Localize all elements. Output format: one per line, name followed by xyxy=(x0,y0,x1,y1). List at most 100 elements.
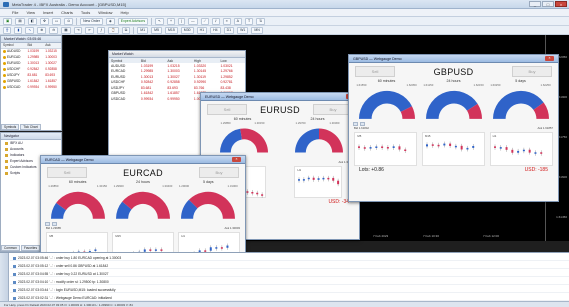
candle-body xyxy=(528,149,531,153)
period-m15[interactable]: M15 xyxy=(164,26,178,34)
close-icon[interactable]: × xyxy=(545,56,554,61)
terminal-icon[interactable]: ▭ xyxy=(51,17,62,25)
period-m5[interactable]: M5 xyxy=(151,26,162,34)
period-mn[interactable]: MN xyxy=(251,26,263,34)
log-row[interactable]: 2023.02.07 03:04:10 '...' : modify order… xyxy=(10,279,569,285)
mini-chart: H1 xyxy=(294,165,342,198)
symbol-label: GBPUSD xyxy=(7,79,21,83)
profiles-icon[interactable]: ▤ xyxy=(15,17,25,25)
nav-item-label: Scripts xyxy=(10,171,21,175)
widget-title: GBPUSD — Webgauge Demo xyxy=(353,56,402,61)
line-chart-icon[interactable]: ∿ xyxy=(25,26,35,34)
gauge-dial xyxy=(425,90,482,119)
menu-help[interactable]: Help xyxy=(120,10,128,15)
channel-icon[interactable]: ⫽ xyxy=(212,17,220,25)
menu-insert[interactable]: Insert xyxy=(43,10,53,15)
zoom-out-icon[interactable]: ⊖ xyxy=(49,26,59,34)
menu-charts[interactable]: Charts xyxy=(61,10,73,15)
navigator-icon[interactable]: ✜ xyxy=(39,17,49,25)
arrows-icon[interactable]: ⇅ xyxy=(256,17,266,25)
buy-button[interactable]: Buy xyxy=(199,167,239,178)
expert-advisors-button[interactable]: Expert Advisors xyxy=(117,17,149,25)
symbol-dot-icon xyxy=(3,55,6,59)
log-row[interactable]: 2023.02.07 03:05:12 '...' : order sell 0… xyxy=(10,263,569,269)
tab-tick-chart[interactable]: Tick Chart xyxy=(20,124,41,130)
candle-body xyxy=(493,146,496,148)
period-m30[interactable]: M30 xyxy=(180,26,194,34)
label-icon[interactable]: T xyxy=(244,17,254,25)
close-icon[interactable]: × xyxy=(232,157,241,162)
tester-icon[interactable]: ⊙ xyxy=(64,17,74,25)
menu-window[interactable]: Window xyxy=(98,10,112,15)
log-row[interactable]: 2023.02.07 03:05:46 '...' : order buy 1.… xyxy=(10,255,569,261)
fibonacci-icon[interactable]: ≡ xyxy=(222,17,231,25)
gauges-row: 60 minutes 1.29850 1.30150 24 hours 1.296… xyxy=(41,179,245,221)
buy-button[interactable]: Buy xyxy=(512,66,552,77)
navigator-title: Navigator xyxy=(1,133,61,140)
table-row[interactable]: AUDUSD 1.03199 1.03215 xyxy=(1,48,61,54)
trade-bar: Sell EURUSD Buy xyxy=(201,101,359,116)
candle-body xyxy=(322,177,325,179)
candle-body xyxy=(332,177,335,181)
widget-titlebar[interactable]: EURCAD — Webgauge Demo × xyxy=(41,156,245,164)
log-row[interactable]: 2023.02.07 03:04:55 '...' : order buy 0.… xyxy=(10,271,569,277)
trendline-icon[interactable]: ⟋ xyxy=(200,17,210,25)
period-h4[interactable]: H4 xyxy=(210,26,221,34)
sell-button[interactable]: Sell xyxy=(355,66,395,77)
gauge-2: 5 days 1.29000 1.31000 xyxy=(177,180,240,220)
candlestick-icon[interactable]: ▮ xyxy=(14,26,23,34)
sell-button[interactable]: Sell xyxy=(47,167,87,178)
bar-chart-icon[interactable]: ╫ xyxy=(3,26,12,34)
candle-body xyxy=(499,147,502,149)
autoscroll-icon[interactable]: ⇥ xyxy=(73,26,83,34)
gauges-row: 60 minutes 1.61550 1.62050 24 hours 1.611… xyxy=(349,78,558,121)
templates-icon[interactable]: ⧉ xyxy=(121,26,131,34)
widget-titlebar[interactable]: EURUSD — Webgauge Demo × xyxy=(201,93,359,101)
text-icon[interactable]: A xyxy=(233,17,242,25)
zoom-in-icon[interactable]: ⊕ xyxy=(37,26,47,34)
indicators-icon[interactable]: ƒ xyxy=(97,26,106,34)
metaeditor-icon[interactable]: ◈ xyxy=(106,17,115,25)
table-row[interactable]: USDCAD 0.99934 0.99950 xyxy=(1,84,61,90)
gauge-scale: 1.29700 1.30300 xyxy=(294,121,342,125)
gauge-scale: 1.29850 1.30150 xyxy=(219,121,267,125)
cursor-icon[interactable]: ↖ xyxy=(155,17,165,25)
candle-body xyxy=(317,177,320,180)
period-w1[interactable]: W1 xyxy=(237,26,249,34)
new-chart-icon[interactable]: ▣ xyxy=(3,17,13,25)
gauge-min: 1.29600 xyxy=(113,184,124,188)
maximize-button[interactable]: □ xyxy=(542,1,554,7)
sell-button[interactable]: Sell xyxy=(207,104,247,115)
symbol-dot-icon xyxy=(3,49,6,53)
horizontal-line-icon[interactable]: — xyxy=(188,17,198,25)
terminal-side-tab[interactable] xyxy=(0,253,9,307)
periods-icon[interactable]: ⌚ xyxy=(108,26,119,34)
chart-shift-icon[interactable]: ⇤ xyxy=(85,26,95,34)
market-watch-table: Symbol Bid Ask AUDUSD 1.03199 1.03215 EUR… xyxy=(1,43,61,90)
period-h1[interactable]: H1 xyxy=(196,26,208,34)
menu-file[interactable]: File xyxy=(12,10,18,15)
vertical-line-icon[interactable]: | xyxy=(178,17,186,25)
tile-windows-icon[interactable]: ▦ xyxy=(61,26,71,34)
candle-body xyxy=(437,144,440,147)
buy-button[interactable]: Buy xyxy=(313,104,353,115)
period-d1[interactable]: D1 xyxy=(223,26,235,34)
candle-body xyxy=(404,149,407,151)
log-row[interactable]: 2023.02.07 03:03:44 '...' : login EURUSD… xyxy=(10,287,569,293)
candle-body xyxy=(221,246,224,249)
candle-body xyxy=(94,249,97,251)
crosshair-icon[interactable]: + xyxy=(167,17,176,25)
menu-tools[interactable]: Tools xyxy=(81,10,90,15)
market-watch-icon[interactable]: ◧ xyxy=(27,17,37,25)
tab-common[interactable]: Common xyxy=(1,245,20,251)
symbol-dot-icon xyxy=(3,61,6,65)
gauges-row: 60 minutes 1.29850 1.30150 24 hours 1.297… xyxy=(201,116,359,155)
minimize-button[interactable]: _ xyxy=(529,1,541,7)
new-order-button[interactable]: New Order xyxy=(80,17,104,25)
menu-view[interactable]: View xyxy=(26,10,35,15)
close-button[interactable]: × xyxy=(555,1,567,7)
tab-favorites[interactable]: Favorites xyxy=(20,245,41,251)
widget-titlebar[interactable]: GBPUSD — Webgauge Demo × xyxy=(349,55,558,63)
period-m1[interactable]: M1 xyxy=(137,26,149,34)
tab-symbols[interactable]: Symbols xyxy=(1,124,20,130)
